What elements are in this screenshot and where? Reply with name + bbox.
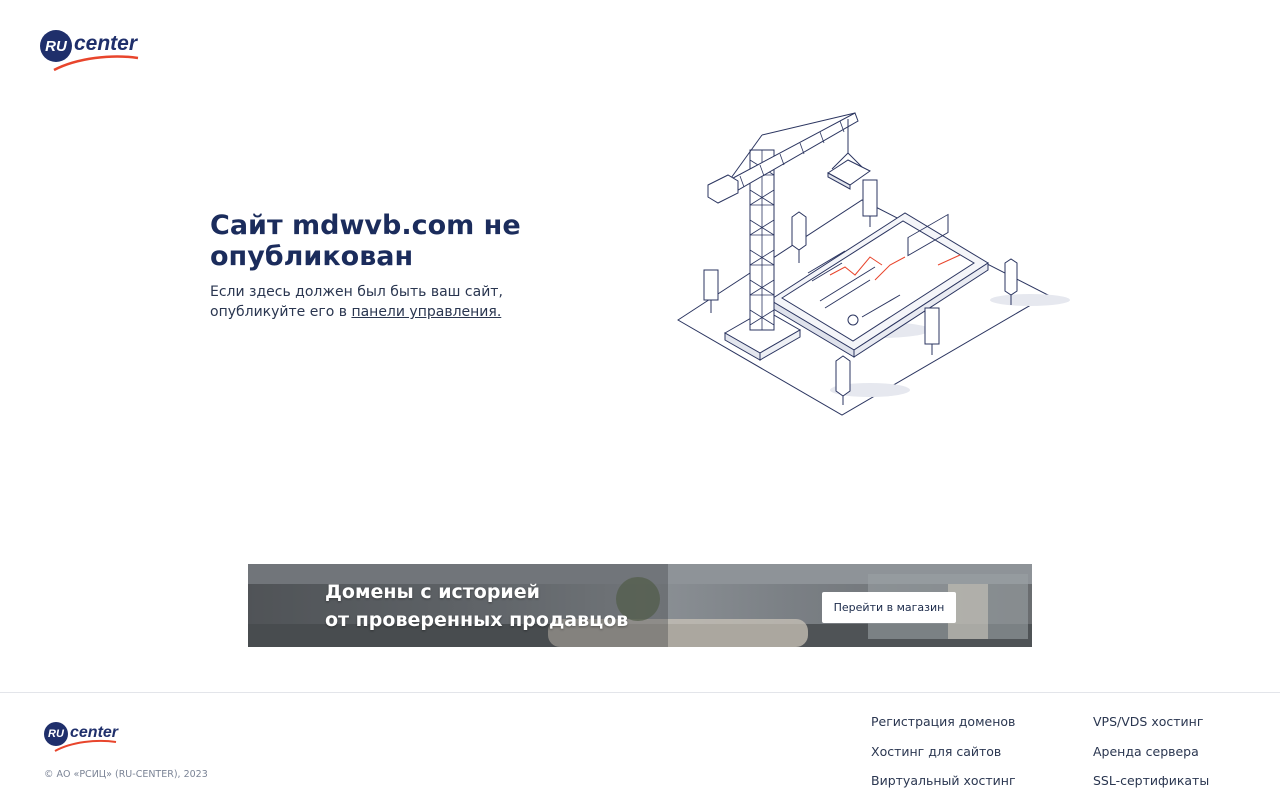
footer-link-vps-hosting[interactable]: VPS/VDS хостинг bbox=[1093, 714, 1209, 744]
footer-link-ssl[interactable]: SSL-сертификаты bbox=[1093, 773, 1209, 803]
copyright: © АО «РСИЦ» (RU-CENTER), 2023 bbox=[44, 769, 208, 780]
footer-divider bbox=[0, 692, 1280, 693]
banner-title-line1: Домены с историей bbox=[325, 581, 540, 603]
footer-link-site-hosting[interactable]: Хостинг для сайтов bbox=[871, 744, 1016, 774]
page-title: Сайт mdwvb.com не опубликован bbox=[210, 210, 521, 272]
footer-link-virtual-hosting[interactable]: Виртуальный хостинг bbox=[871, 773, 1016, 803]
control-panel-link[interactable]: панели управления. bbox=[351, 304, 501, 320]
footer-logo-swoosh-icon bbox=[54, 739, 117, 752]
go-to-store-button[interactable]: Перейти в магазин bbox=[822, 592, 956, 623]
footer-link-domain-registration[interactable]: Регистрация доменов bbox=[871, 714, 1016, 744]
footer-links-servers: VPS/VDS хостинг Аренда сервера SSL-серти… bbox=[1093, 714, 1209, 803]
promo-banner[interactable]: Домены с историей от проверенных продавц… bbox=[248, 564, 1032, 647]
logo-swoosh-icon bbox=[53, 55, 139, 72]
footer-link-server-rental[interactable]: Аренда сервера bbox=[1093, 744, 1209, 774]
banner-title-line2: от проверенных продавцов bbox=[325, 609, 629, 631]
footer-links-services: Регистрация доменов Хостинг для сайтов В… bbox=[871, 714, 1016, 803]
construction-crane-illustration bbox=[677, 112, 1070, 416]
page-description: Если здесь должен был быть ваш сайт, опу… bbox=[210, 282, 570, 322]
banner-title: Домены с историей от проверенных продавц… bbox=[325, 578, 628, 634]
